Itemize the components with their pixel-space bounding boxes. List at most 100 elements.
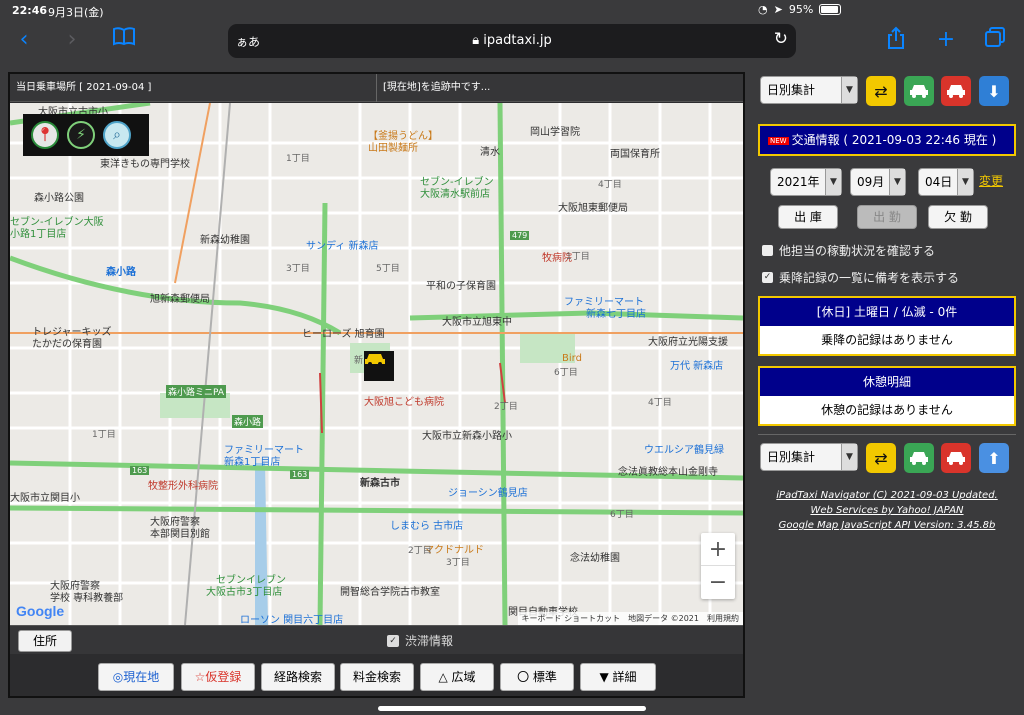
refresh-icon[interactable]: ⇄ [866, 76, 896, 106]
ride-record-card: [休日] 土曜日 / 仏滅 - 0件 乗降の記録はありません [758, 296, 1016, 356]
flashlight-icon[interactable]: ⚡︎ [67, 121, 95, 149]
map-label: 学校 専科教養部 [50, 593, 124, 604]
traffic-news-banner[interactable]: NEW 交通情報 ( 2021-09-03 22:46 現在 ) [758, 124, 1016, 156]
new-badge: NEW [768, 136, 789, 145]
download-icon[interactable]: ⬇︎ [979, 76, 1009, 106]
traffic-label: 渋滞情報 [405, 634, 454, 648]
summary-select-bottom[interactable]: 日別集計 ▼ [760, 443, 858, 471]
credit-line-3[interactable]: Google Map JavaScript API Version: 3.45.… [779, 520, 996, 531]
upload-icon[interactable]: ⬆︎ [979, 443, 1009, 473]
change-date-link[interactable]: 変更 [979, 172, 1003, 189]
map-label: 1丁目 [92, 430, 116, 440]
map-label: 4丁目 [598, 180, 622, 190]
map-view[interactable]: 大阪市立古市小 東洋きもの専門学校 森小路公園 セブン-イレブン大阪 小路1丁目… [10, 103, 743, 625]
address-bar[interactable]: ぁあ 🔒︎ ipadtaxi.jp ↻ [228, 24, 796, 58]
map-label: 大阪旭東郵便局 [558, 203, 628, 214]
green-taxi-icon[interactable] [904, 76, 934, 106]
taxi-marker-icon[interactable] [364, 351, 394, 381]
zoom-out-button[interactable]: − [701, 566, 735, 599]
credits: iPadTaxi Navigator (C) 2021-09-03 Update… [758, 488, 1016, 533]
maps-app-icon[interactable]: 📍︎ [31, 121, 59, 149]
chevron-down-icon: ▼ [841, 77, 857, 103]
map-label: 2丁目 [408, 546, 432, 556]
red-taxi-icon[interactable] [941, 76, 971, 106]
current-location-button[interactable]: ◎現在地 [98, 663, 174, 691]
checked-checkbox[interactable]: ✓ [762, 272, 773, 283]
credit-line-1[interactable]: iPadTaxi Navigator (C) 2021-09-03 Update… [776, 490, 997, 501]
divider [758, 434, 1016, 435]
map-label: 3丁目 [286, 264, 310, 274]
month-select[interactable]: 09月 ▼ [850, 168, 906, 196]
option-show-notes[interactable]: ✓ 乗降記録の一覧に備考を表示する [762, 269, 959, 286]
break-record-body: 休憩の記録はありません [760, 396, 1014, 424]
map-label: 森小路ミニPA [166, 385, 227, 398]
map-footer: 住所 ✓ 渋滞情報 [10, 625, 743, 654]
traffic-toggle[interactable]: ✓ 渋滞情報 [387, 632, 453, 649]
year-select[interactable]: 2021年 ▼ [770, 168, 842, 196]
map-label: 大阪旭こども病院 [364, 397, 444, 408]
map-label: 6丁目 [610, 510, 634, 520]
red-taxi-icon[interactable] [941, 443, 971, 473]
depart-button[interactable]: 出 庫 [778, 205, 838, 229]
map-label: 3丁目 [446, 558, 470, 568]
temp-register-button[interactable]: ☆仮登録 [181, 663, 255, 691]
tabs-icon[interactable] [981, 26, 1009, 54]
share-icon[interactable] [882, 26, 910, 54]
green-taxi-icon[interactable] [904, 443, 934, 473]
chevron-down-icon: ▼ [841, 444, 857, 470]
status-time: 22:46 [12, 4, 48, 17]
map-label: 岡山学習院 [530, 127, 580, 138]
traffic-checkbox[interactable]: ✓ [387, 634, 399, 647]
map-label: ウエルシア鶴見緑 [644, 445, 724, 456]
map-label: 新森古市 [360, 478, 400, 489]
fare-search-button[interactable]: 料金検索 [340, 663, 414, 691]
battery-percent: 95% [788, 3, 814, 16]
map-label: 旭新森郵便局 [150, 294, 210, 305]
chevron-down-icon: ▼ [889, 169, 905, 195]
map-label: 森小路 [106, 267, 136, 278]
ride-record-header: [休日] 土曜日 / 仏滅 - 0件 [760, 298, 1014, 326]
option-other-status[interactable]: 他担当の稼動状況を確認する [762, 242, 935, 259]
map-label: 5丁目 [376, 264, 400, 274]
map-label: 小路1丁目店 [10, 229, 67, 240]
back-icon[interactable]: ‹ [10, 26, 38, 54]
zoom-control: + − [701, 533, 735, 599]
map-label: 牧整形外科病院 [148, 481, 218, 492]
url-text: 🔒︎ ipadtaxi.jp [472, 33, 552, 48]
summary-select-top[interactable]: 日別集計 ▼ [760, 76, 858, 104]
pickup-location-header: 当日乗車場所 [ 2021-09-04 ] [10, 74, 377, 102]
tracking-status: [現在地]を追跡中です... [383, 82, 491, 93]
map-label: Bird [562, 353, 582, 364]
forward-icon[interactable]: › [58, 26, 86, 54]
reload-icon[interactable]: ↻ [774, 29, 788, 49]
home-indicator [378, 706, 646, 711]
wifi-icon: ◔ [758, 3, 768, 16]
map-label: 念法幼稚園 [570, 553, 620, 564]
unchecked-checkbox[interactable] [762, 245, 773, 256]
location-icon: ➤ [773, 3, 783, 16]
address-button[interactable]: 住所 [18, 630, 72, 652]
map-label: ローソン 関目六丁目店 [240, 615, 344, 625]
map-label: 大阪清水駅前店 [420, 189, 490, 200]
map-panel: 当日乗車場所 [ 2021-09-04 ] [現在地]を追跡中です... 大阪市… [8, 72, 745, 698]
credit-line-2[interactable]: Web Services by Yahoo! JAPAN [810, 505, 963, 516]
map-label: 新森七丁目店 [586, 309, 646, 320]
day-select[interactable]: 04日 ▼ [918, 168, 974, 196]
map-label: たかだの保育園 [32, 339, 102, 350]
bookmarks-icon[interactable] [110, 26, 138, 54]
map-toolbar: ◎現在地 ☆仮登録 経路検索 料金検索 △ 広域 〇 標準 ▼ 詳細 [10, 656, 743, 696]
map-attribution[interactable]: キーボード ショートカット 地図データ ©2021 利用規約 [517, 612, 743, 625]
refresh-icon[interactable]: ⇄ [866, 443, 896, 473]
standard-view-button[interactable]: 〇 標準 [500, 663, 574, 691]
wide-view-button[interactable]: △ 広域 [420, 663, 494, 691]
map-label: 6丁目 [554, 368, 578, 378]
map-label: 本部関目別館 [150, 529, 210, 540]
detail-view-button[interactable]: ▼ 詳細 [580, 663, 656, 691]
attend-button: 出 勤 [857, 205, 917, 229]
absent-button[interactable]: 欠 勤 [928, 205, 988, 229]
zoom-in-button[interactable]: + [701, 533, 735, 566]
map-label: 山田製麺所 [368, 143, 418, 154]
route-search-button[interactable]: 経路検索 [261, 663, 335, 691]
search-icon[interactable]: ⌕ [103, 121, 131, 149]
new-tab-icon[interactable]: + [932, 26, 960, 54]
